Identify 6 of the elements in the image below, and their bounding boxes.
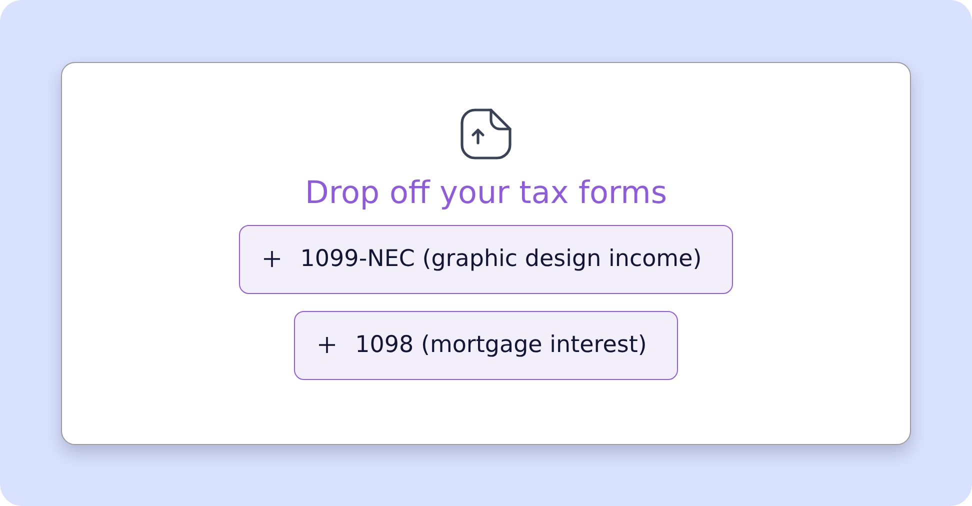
file-upload-icon (459, 106, 513, 160)
plus-icon (264, 251, 280, 267)
add-form-button[interactable]: 1098 (mortgage interest) (294, 310, 678, 380)
add-form-button[interactable]: 1099-NEC (graphic design income) (239, 224, 733, 294)
card-title: Drop off your tax forms (305, 174, 667, 210)
plus-icon (319, 337, 336, 353)
